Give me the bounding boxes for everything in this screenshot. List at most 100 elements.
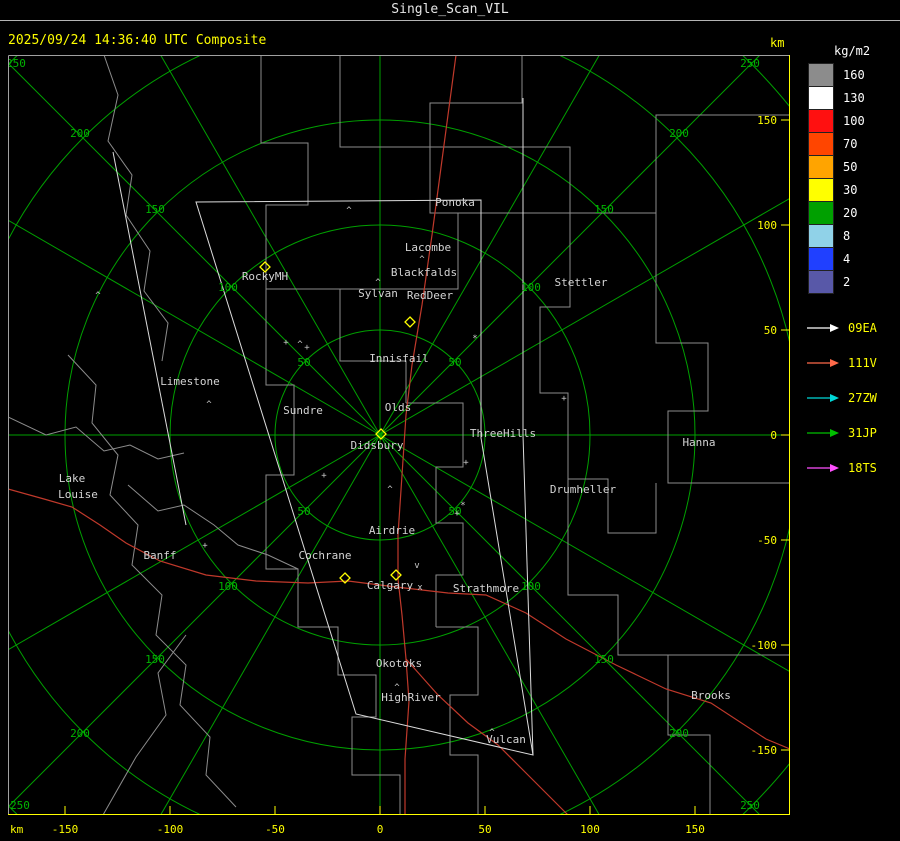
radar-map[interactable]: 250 200 150 100 50 250 200 150 100 50 50 100 150 200 2… (8, 55, 790, 841)
ring-distance-label: 200 (669, 727, 689, 740)
ring-distance-label: 250 (740, 799, 760, 812)
ring-distance-label: 150 (594, 653, 614, 666)
town-marker: ^ (419, 255, 425, 265)
colorbar-entry: 130 (808, 85, 865, 110)
site-arrow-icon (807, 428, 839, 437)
town-marker: ^ (387, 485, 393, 495)
town-marker: ^ (95, 291, 101, 301)
bottom-axis-tick-label: -100 (157, 823, 184, 836)
colorbar-unit: kg/m2 (834, 44, 871, 58)
town-markers: ^^^*+ ++^+++*vx^^+^^^ (95, 206, 567, 738)
city-label: HighRiver (381, 691, 441, 704)
colorbar-value: 20 (843, 205, 858, 220)
legend-entry: 18TS (806, 450, 877, 485)
color-swatch (808, 177, 834, 202)
window-title: Single_Scan_VIL (0, 0, 900, 21)
ring-distance-label: 150 (145, 653, 165, 666)
ring-distance-label: 150 (594, 203, 614, 216)
ring-distance-label: 250 (10, 799, 30, 812)
ring-distance-label: 150 (145, 203, 165, 216)
city-label: Louise (58, 488, 98, 501)
city-label: Strathmore (453, 582, 519, 595)
ring-distance-label: 100 (218, 580, 238, 593)
legend-site-label: 31JP (848, 425, 877, 440)
legend-entry: 09EA (806, 310, 877, 345)
colorbar-value: 160 (843, 67, 865, 82)
bottom-axis-unit: km (10, 823, 24, 836)
town-marker: x (417, 583, 423, 593)
colorbar-value: 130 (843, 90, 865, 105)
city-label: Airdrie (369, 524, 415, 537)
ring-distance-label: 100 (521, 281, 541, 294)
city-label: Sylvan (358, 287, 398, 300)
ring-distance-label: 50 (297, 356, 310, 369)
color-swatch (808, 154, 834, 179)
colorbar-value: 100 (843, 113, 865, 128)
bottom-axis-tick-label: -150 (52, 823, 79, 836)
site-arrow-icon (807, 463, 839, 472)
bottom-axis-tick-label: 0 (377, 823, 384, 836)
site-arrow-icon (807, 358, 839, 367)
city-label: Drumheller (550, 483, 617, 496)
city-label: Hanna (682, 436, 715, 449)
colorbar-entry: 20 (808, 200, 865, 225)
city-label: Didsbury (351, 439, 404, 452)
bottom-axis-tick-label: 100 (580, 823, 600, 836)
right-axis-tick-label: 100 (757, 219, 777, 232)
city-label: Sundre (283, 404, 323, 417)
radar-site-icon (404, 316, 416, 328)
town-marker: ^ (297, 340, 303, 350)
right-axis-tick-label: -50 (757, 534, 777, 547)
city-label: ThreeHills (470, 427, 536, 440)
city-label: Limestone (160, 375, 220, 388)
colorbar-value: 8 (843, 228, 851, 243)
ring-distance-label: 100 (521, 580, 541, 593)
legend-site-label: 111V (848, 355, 877, 370)
city-label: Calgary (367, 579, 414, 592)
right-axis-tick-label: -100 (751, 639, 778, 652)
city-label: RedDeer (407, 289, 454, 302)
right-axis-unit: km (770, 36, 785, 50)
color-swatch (808, 200, 834, 225)
city-label: Lacombe (405, 241, 451, 254)
colorbar-entry: 2 (808, 269, 865, 294)
color-swatch (808, 108, 834, 133)
ring-distance-label: 200 (669, 127, 689, 140)
legend-entry: 31JP (806, 415, 877, 450)
color-swatch (808, 223, 834, 248)
town-marker: + (283, 338, 289, 348)
legend-site-label: 18TS (848, 460, 877, 475)
site-arrow-icon (807, 393, 839, 402)
ring-distance-label: 250 (8, 57, 26, 70)
town-marker: + (463, 458, 469, 468)
color-swatch (808, 131, 834, 156)
town-marker: ^ (346, 206, 352, 216)
right-axis-tick-label: 150 (757, 114, 777, 127)
town-marker: + (202, 541, 208, 551)
colorbar-value: 50 (843, 159, 858, 174)
city-label: Stettler (555, 276, 608, 289)
color-swatch (808, 269, 834, 294)
colorbar-value: 30 (843, 182, 858, 197)
city-label: Banff (143, 549, 176, 562)
city-label: Blackfalds (391, 266, 457, 279)
colorbar-entry: 30 (808, 177, 865, 202)
timestamp: 2025/09/24 14:36:40 UTC Composite (8, 33, 267, 48)
ring-distance-label: 200 (70, 127, 90, 140)
colorbar-entry: 4 (808, 246, 865, 271)
town-marker: * (472, 334, 477, 344)
map-canvas: 250 200 150 100 50 250 200 150 100 50 50 100 150 200 2… (8, 55, 790, 815)
legend-site-label: 27ZW (848, 390, 877, 405)
city-label: Vulcan (486, 733, 526, 746)
right-axis-tick-label: -150 (751, 744, 778, 757)
town-marker: + (304, 343, 310, 353)
town-marker: ^ (206, 400, 212, 410)
site-legend: 09EA 111V 27ZW 31JP 18TS (806, 310, 877, 485)
city-label: Okotoks (376, 657, 422, 670)
legend-entry: 111V (806, 345, 877, 380)
colorbar-value: 2 (843, 274, 851, 289)
colorbar-value: 70 (843, 136, 858, 151)
color-swatch (808, 85, 834, 110)
ring-distance-label: 200 (70, 727, 90, 740)
colorbar-entry: 50 (808, 154, 865, 179)
